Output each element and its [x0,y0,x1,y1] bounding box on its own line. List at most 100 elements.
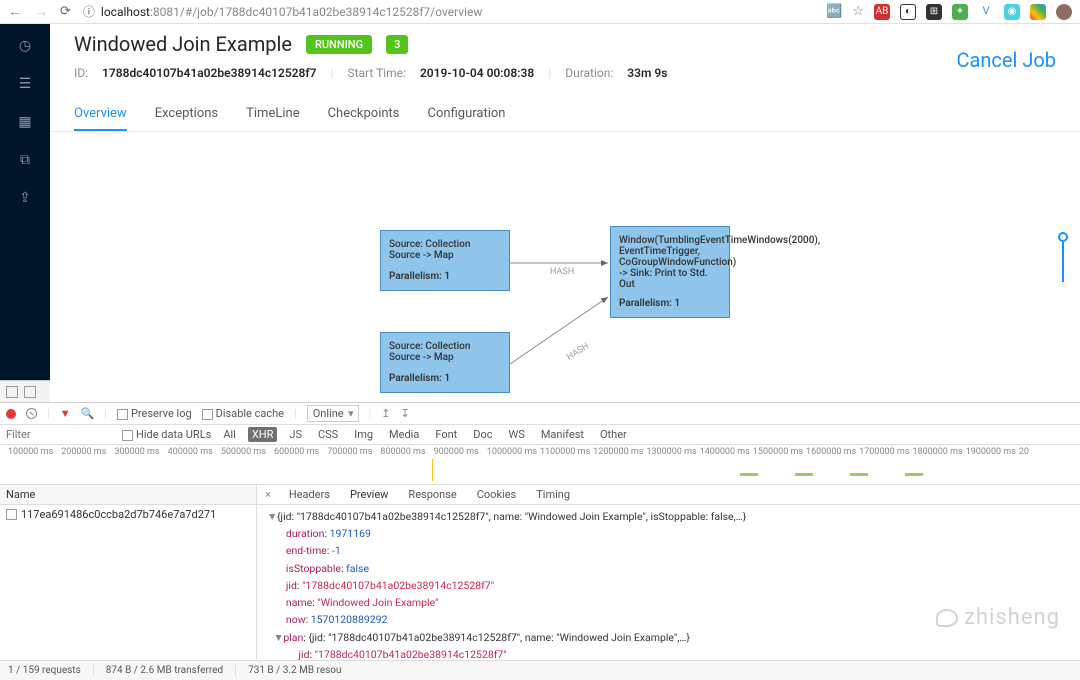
forward-icon[interactable]: → [34,3,48,20]
timeline-tick: 1400000 ms [700,447,753,457]
filter-type-all[interactable]: All [219,427,240,442]
filter-type-ws[interactable]: WS [505,427,529,442]
hide-data-urls-checkbox[interactable]: Hide data URLs [122,428,211,441]
sidebar-dashboard-icon[interactable]: ◷ [17,38,33,54]
preserve-log-checkbox[interactable]: Preserve log [117,407,192,420]
network-timeline[interactable]: 100000 ms 200000 ms 300000 ms 400000 ms … [0,445,1080,485]
sidebar-cluster-icon[interactable]: ⧉ [17,152,33,168]
filter-bar: Hide data URLs All XHR JS CSS Img Media … [0,425,1080,445]
detail-tab-headers[interactable]: Headers [279,485,340,504]
timeline-tick: 100000 ms [8,447,61,457]
zoom-track [1062,242,1064,282]
evernote-icon[interactable]: ✦ [952,4,968,20]
id-label: ID: [74,66,88,80]
devtools: Elements Console Sources Network Perform… [0,380,1080,680]
timeline-tick: 600000 ms [274,447,327,457]
zoom-control[interactable] [1056,232,1070,292]
filter-type-other[interactable]: Other [596,427,631,442]
filter-input[interactable] [6,428,114,441]
record-icon[interactable] [6,409,16,419]
throttling-select[interactable]: Online ▾ [307,405,359,422]
timeline-tick: 1500000 ms [753,447,806,457]
url-host: localhost [101,5,150,19]
filter-type-js[interactable]: JS [285,427,306,442]
node-title: Window(TumblingEventTimeWindows(2000), E… [619,235,721,290]
url-port: :8081 [150,5,180,19]
star-icon[interactable]: ☆ [852,4,864,19]
device-icon[interactable] [24,386,36,398]
close-icon[interactable]: × [257,485,279,504]
node-parallelism: Parallelism: 1 [389,271,501,282]
inspect-icon[interactable] [6,386,18,398]
request-detail: × Headers Preview Response Cookies Timin… [257,485,1080,660]
filter-type-img[interactable]: Img [350,427,377,442]
tab-overview[interactable]: Overview [74,98,127,131]
divider: | [548,66,551,80]
timeline-tick: 800000 ms [380,447,433,457]
detail-tab-timing[interactable]: Timing [526,485,580,504]
sidebar-list-icon[interactable]: ☰ [17,76,33,92]
detail-tab-response[interactable]: Response [398,485,466,504]
disable-cache-checkbox[interactable]: Disable cache [202,407,284,420]
filter-type-font[interactable]: Font [431,427,461,442]
filter-type-xhr[interactable]: XHR [248,427,278,442]
filter-type-manifest[interactable]: Manifest [537,427,588,442]
back-icon[interactable]: ← [8,3,22,20]
translate-icon[interactable]: 🔤 [826,4,842,19]
timeline-tick: 1300000 ms [646,447,699,457]
reload-icon[interactable]: ⟳ [60,4,71,19]
sidebar-upload-icon[interactable]: ⇪ [17,190,33,206]
timeline-tick: 1000000 ms [487,447,540,457]
filter-icon[interactable]: ▼ [60,407,71,420]
filter-type-media[interactable]: Media [385,427,423,442]
cancel-job-link[interactable]: Cancel Job [956,48,1056,72]
ext-icon-1[interactable]: ◐ [900,4,916,20]
tab-timeline[interactable]: TimeLine [246,98,299,131]
filter-type-doc[interactable]: Doc [469,427,496,442]
tab-checkpoints[interactable]: Checkpoints [328,98,400,131]
request-checkbox[interactable] [6,509,17,520]
adblock-icon[interactable]: AB [874,4,890,20]
zoom-handle[interactable] [1058,232,1068,242]
dag-node-source-2[interactable]: Source: Collection Source -> Map Paralle… [380,332,510,393]
address-bar[interactable]: ⓘ localhost:8081/#/job/1788dc40107b41a02… [83,3,814,20]
node-parallelism: Parallelism: 1 [389,373,501,384]
download-icon[interactable]: ↧ [401,407,410,420]
tab-exceptions[interactable]: Exceptions [155,98,218,131]
dag-canvas[interactable]: Source: Collection Source -> Map Paralle… [50,132,1080,402]
watermark: zhisheng [936,605,1060,630]
timeline-tick: 20 [1019,447,1072,457]
request-row[interactable]: 117ea691486c0ccba2d7b746e7a7d271 [0,505,256,524]
ext-icon-5[interactable] [1030,4,1046,20]
status-bar: 1 / 159 requests 874 B / 2.6 MB transfer… [0,660,1080,680]
detail-tab-preview[interactable]: Preview [340,485,398,504]
timeline-tick: 1900000 ms [966,447,1019,457]
sidebar-calendar-icon[interactable]: ▦ [17,114,33,130]
duration-label: Duration: [565,66,613,80]
search-icon[interactable]: 🔍 [81,407,95,420]
job-title: Windowed Join Example [74,32,292,56]
upload-icon[interactable]: ↥ [381,407,390,420]
status-resources: 731 B / 3.2 MB resou [248,665,341,676]
ext-icon-3[interactable]: Ⅴ [978,4,994,20]
timeline-tick: 1800000 ms [912,447,965,457]
node-title: Source: Collection Source -> Map [389,341,501,363]
edge-label-1: HASH [550,267,574,277]
dag-node-source-1[interactable]: Source: Collection Source -> Map Paralle… [380,230,510,291]
ext-icon-2[interactable]: ⊞ [926,4,942,20]
avatar-icon[interactable] [1056,4,1072,20]
url-path: /#/job/1788dc40107b41a02be38914c12528f7/… [180,5,483,19]
status-requests: 1 / 159 requests [8,665,94,676]
request-name: 117ea691486c0ccba2d7b746e7a7d271 [21,508,216,521]
dag-node-sink[interactable]: Window(TumblingEventTimeWindows(2000), E… [610,226,730,318]
tab-configuration[interactable]: Configuration [428,98,506,131]
ext-icon-4[interactable]: ◉ [1004,4,1020,20]
timeline-tick: 500000 ms [221,447,274,457]
name-column-header[interactable]: Name [0,485,256,505]
extension-icons: 🔤 ☆ AB ◐ ⊞ ✦ Ⅴ ◉ [826,4,1072,20]
json-preview[interactable]: ▼{jid: "1788dc40107b41a02be38914c12528f7… [257,505,1080,660]
main-content: Cancel Job Windowed Join Example RUNNING… [50,24,1080,380]
clear-icon[interactable] [26,408,37,419]
detail-tab-cookies[interactable]: Cookies [467,485,526,504]
filter-type-css[interactable]: CSS [314,427,342,442]
